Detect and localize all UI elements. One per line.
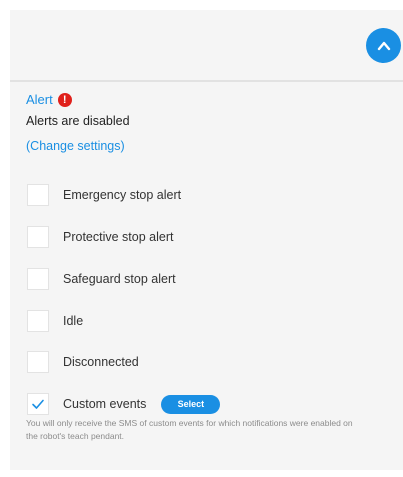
change-settings-link[interactable]: (Change settings) [26, 139, 125, 153]
option-custom-events: Custom events Select [27, 393, 221, 415]
option-safeguard-stop-alert: Safeguard stop alert [27, 268, 176, 290]
warning-icon: ! [57, 92, 72, 107]
safeguard-stop-alert-label: Safeguard stop alert [63, 272, 176, 286]
disconnected-checkbox[interactable] [27, 351, 49, 373]
emergency-stop-alert-label: Emergency stop alert [63, 188, 182, 202]
chevron-up-icon [377, 41, 390, 50]
emergency-stop-alert-checkbox[interactable] [27, 184, 49, 206]
select-custom-events-button[interactable]: Select [161, 394, 221, 414]
alert-status-text: Alerts are disabled [26, 114, 130, 128]
option-protective-stop-alert: Protective stop alert [27, 226, 173, 248]
option-emergency-stop-alert: Emergency stop alert [27, 184, 181, 206]
idle-label: Idle [63, 314, 84, 328]
disconnected-label: Disconnected [63, 355, 139, 369]
custom-events-label: Custom events [63, 397, 147, 411]
option-disconnected: Disconnected [27, 351, 139, 373]
custom-events-checkbox[interactable] [27, 393, 49, 415]
checkmark-icon [32, 399, 44, 409]
idle-checkbox[interactable] [27, 310, 49, 332]
protective-stop-alert-checkbox[interactable] [27, 226, 49, 248]
option-idle: Idle [27, 310, 83, 332]
custom-events-note: You will only receive the SMS of custom … [26, 418, 353, 441]
alert-section-title: Alert ! [26, 92, 72, 107]
protective-stop-alert-label: Protective stop alert [63, 230, 174, 244]
alert-title: Alert [26, 92, 53, 107]
safeguard-stop-alert-checkbox[interactable] [27, 268, 49, 290]
collapse-button[interactable] [366, 28, 401, 63]
panel-header [10, 10, 403, 82]
